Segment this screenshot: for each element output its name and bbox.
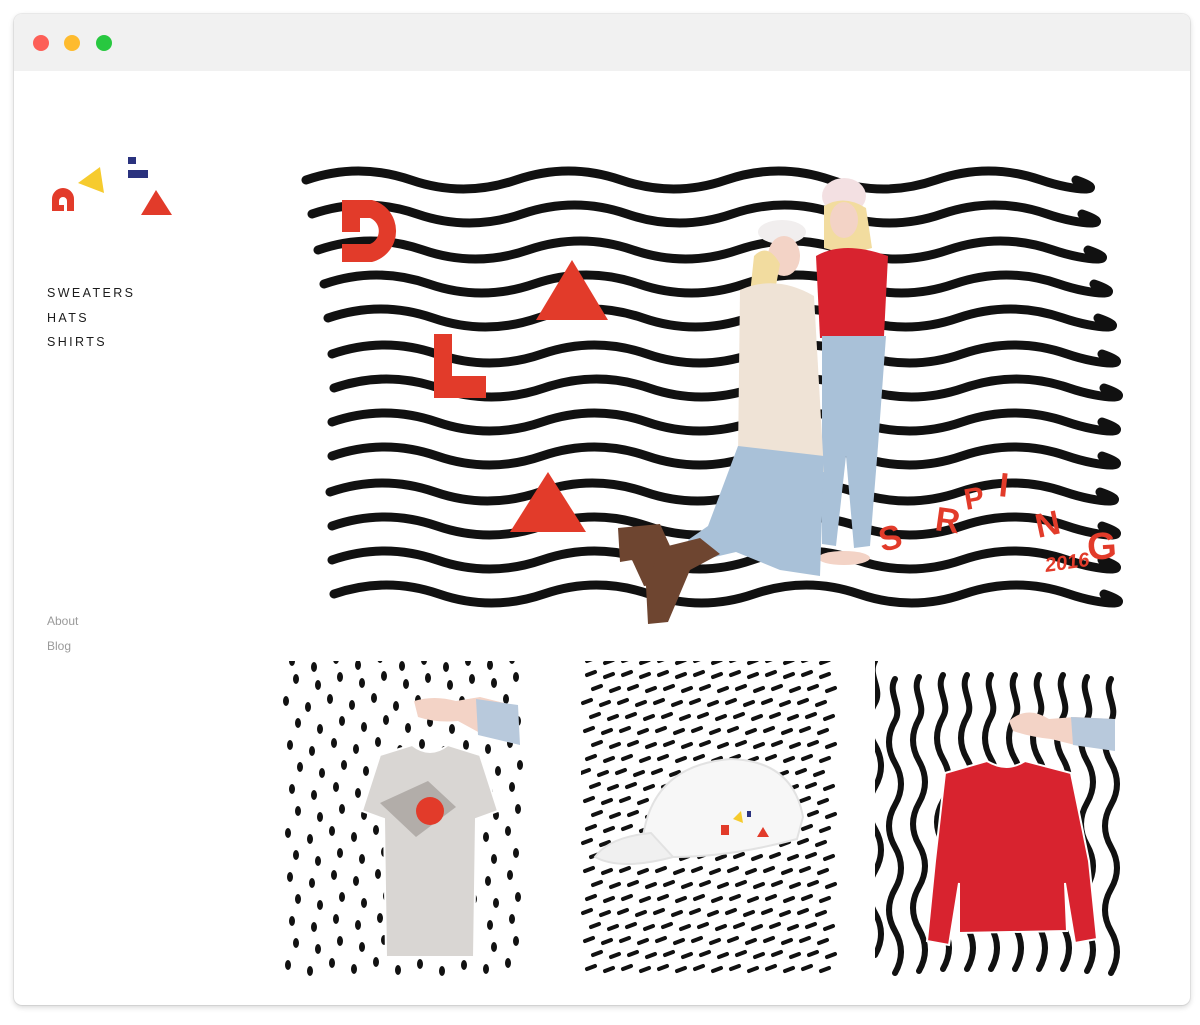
close-window-button[interactable] (33, 35, 49, 51)
hero-illustration: S R P I N G 2016 (288, 156, 1128, 624)
minimize-window-button[interactable] (64, 35, 80, 51)
cap-image (581, 661, 837, 973)
primary-nav: SWEATERS HATS SHIRTS (47, 286, 135, 360)
season-letter: R (933, 500, 963, 541)
nav-hats[interactable]: HATS (47, 311, 135, 336)
sweater-image (875, 661, 1135, 991)
nav-sweaters[interactable]: SWEATERS (47, 286, 135, 311)
nav-about[interactable]: About (47, 614, 78, 639)
tshirt-image (283, 661, 523, 976)
product-tile-sweater[interactable] (875, 661, 1135, 991)
season-letter: I (997, 466, 1010, 505)
brand-logo[interactable] (48, 151, 178, 227)
secondary-nav: About Blog (47, 614, 78, 663)
nav-shirts[interactable]: SHIRTS (47, 335, 135, 360)
hero-banner[interactable]: S R P I N G 2016 (288, 156, 1128, 636)
product-tile-tshirt[interactable] (280, 661, 540, 991)
season-letter: G (1086, 525, 1118, 569)
season-letter: S (875, 517, 906, 559)
browser-window: SWEATERS HATS SHIRTS About Blog S R P I … (14, 14, 1190, 1005)
product-tile-cap[interactable] (581, 661, 841, 991)
shapes-logo-icon (52, 157, 172, 215)
page-content: SWEATERS HATS SHIRTS About Blog S R P I … (14, 71, 1190, 1005)
nav-blog[interactable]: Blog (47, 639, 78, 664)
season-letter: N (1032, 504, 1064, 546)
title-bar (14, 14, 1190, 71)
maximize-window-button[interactable] (96, 35, 112, 51)
